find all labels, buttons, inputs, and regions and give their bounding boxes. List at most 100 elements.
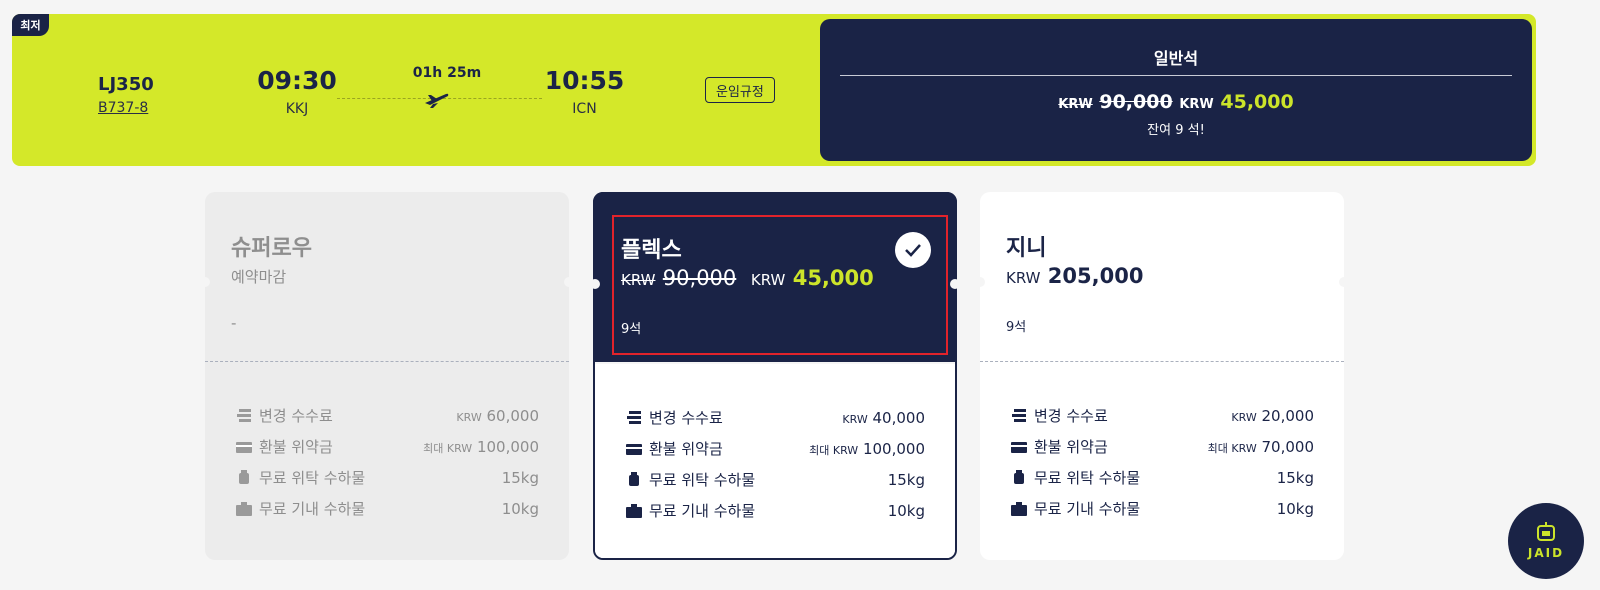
fare-seats: 9석 (1006, 320, 1027, 335)
condition-label: 무료 위탁 수하물 (259, 469, 366, 487)
condition-value: 10kg (887, 501, 925, 520)
economy-class-option[interactable]: 일반석 KRW 90,000 KRW 45,000 잔여 9 석! (820, 19, 1532, 161)
condition-label: 변경 수수료 (1034, 407, 1108, 425)
departure-airport: KKJ (285, 101, 309, 117)
fare-card-superlow[interactable]: 슈퍼로우 예약마감 - 변경 수수료 KRW 60,000 환불 위약금 최대 … (200, 192, 574, 560)
divider (840, 75, 1512, 76)
condition-value: KRW 20,000 (1231, 407, 1314, 425)
condition-value: 10kg (501, 499, 539, 518)
condition-value: 최대 KRW 100,000 (423, 438, 539, 456)
condition-value: 15kg (887, 470, 925, 489)
currency-label: KRW (1006, 269, 1041, 287)
robot-icon (1537, 522, 1555, 541)
condition-label: 무료 기내 수하물 (1034, 500, 1141, 518)
condition-row: 무료 위탁 수하물 15kg (625, 464, 925, 495)
condition-label: 변경 수수료 (649, 409, 723, 427)
condition-value: 최대 KRW 100,000 (809, 440, 925, 458)
amount: 70,000 (1261, 437, 1315, 456)
condition-row: 환불 위약금 최대 KRW 100,000 (235, 431, 539, 462)
seats-remaining: 잔여 9 석! (1147, 123, 1205, 138)
condition-row: 무료 위탁 수하물 15kg (1010, 462, 1314, 493)
ticket-notch (590, 279, 600, 289)
currency-label: KRW (1231, 410, 1257, 424)
ticket-notch (975, 277, 985, 287)
condition-label: 무료 위탁 수하물 (1034, 469, 1141, 487)
refund-icon (1011, 441, 1027, 453)
flight-number: LJ350 (98, 74, 154, 95)
flight-duration: 01h 25m (412, 65, 482, 81)
carry-on-icon (1011, 501, 1027, 516)
amount: 100,000 (476, 437, 539, 456)
condition-label: 무료 기내 수하물 (259, 500, 366, 518)
condition-value: 10kg (1276, 499, 1314, 518)
arrival-time: 10:55 (544, 66, 625, 95)
fare-name: 슈퍼로우 (231, 236, 312, 261)
currency-label: KRW (1179, 97, 1214, 112)
condition-row: 무료 위탁 수하물 15kg (235, 462, 539, 493)
fare-conditions: 변경 수수료 KRW 60,000 환불 위약금 최대 KRW 100,000 … (235, 400, 539, 524)
condition-value: 15kg (501, 468, 539, 487)
currency-label: KRW (842, 412, 868, 426)
refund-icon (626, 443, 642, 455)
condition-value: KRW 60,000 (456, 407, 539, 425)
change-fee-icon (237, 408, 251, 422)
economy-title: 일반석 (1153, 49, 1199, 68)
amount: 20,000 (1261, 406, 1315, 425)
condition-label: 환불 위약금 (649, 440, 723, 458)
amount: 40,000 (872, 408, 926, 427)
ticket-notch (1339, 277, 1349, 287)
fare-price: KRW 205,000 (1006, 264, 1143, 288)
ticket-notch (564, 277, 574, 287)
prefix-label: 최대 (423, 441, 447, 455)
condition-label: 변경 수수료 (259, 407, 333, 425)
condition-value: KRW 40,000 (842, 409, 925, 427)
fare-card-flex[interactable]: 플렉스 KRW 90,000 KRW 45,000 9석 변경 수수료 KRW … (590, 192, 960, 560)
carry-on-icon (236, 501, 252, 516)
amount: 100,000 (862, 439, 925, 458)
original-price: 90,000 (1099, 91, 1173, 113)
price: 205,000 (1047, 264, 1144, 288)
condition-row: 무료 기내 수하물 10kg (235, 493, 539, 524)
divider (980, 361, 1344, 362)
airplane-icon (425, 93, 449, 108)
economy-price: KRW 90,000 KRW 45,000 (820, 91, 1532, 113)
checked-baggage-icon (1014, 469, 1024, 484)
change-fee-icon (627, 410, 641, 424)
chatbot-label: JAID (1527, 546, 1565, 560)
condition-label: 환불 위약금 (1034, 438, 1108, 456)
condition-label: 환불 위약금 (259, 438, 333, 456)
arrival-airport: ICN (572, 101, 597, 117)
fare-rules-button[interactable]: 운임규정 (705, 77, 775, 103)
fare-card-genie[interactable]: 지니 KRW 205,000 9석 변경 수수료 KRW 20,000 환불 위… (975, 192, 1349, 560)
checked-baggage-icon (239, 469, 249, 484)
lowest-price-badge: 최저 (12, 14, 49, 36)
condition-row: 무료 기내 수하물 10kg (1010, 493, 1314, 524)
currency-label: KRW (1058, 97, 1093, 112)
aircraft-link[interactable]: B737-8 (98, 100, 148, 116)
amount: 60,000 (486, 406, 540, 425)
fare-conditions: 변경 수수료 KRW 40,000 환불 위약금 최대 KRW 100,000 … (625, 402, 925, 526)
refund-icon (236, 441, 252, 453)
departure-time: 09:30 (257, 66, 337, 95)
fare-seats: - (231, 314, 237, 332)
currency-label: KRW (456, 410, 482, 424)
ticket-notch (950, 279, 960, 289)
chatbot-button[interactable]: JAID (1508, 503, 1584, 579)
condition-row: 변경 수수료 KRW 20,000 (1010, 400, 1314, 431)
ticket-notch (200, 277, 210, 287)
selection-highlight (612, 215, 948, 355)
fare-name: 지니 (1006, 236, 1047, 261)
currency-label: KRW (446, 441, 473, 455)
condition-row: 무료 기내 수하물 10kg (625, 495, 925, 526)
prefix-label: 최대 (809, 443, 833, 457)
condition-value: 최대 KRW 70,000 (1208, 438, 1314, 456)
prefix-label: 최대 (1207, 441, 1232, 455)
change-fee-icon (1012, 408, 1026, 422)
condition-label: 무료 위탁 수하물 (649, 471, 756, 489)
currency-label: KRW (1231, 441, 1257, 455)
condition-label: 무료 기내 수하물 (649, 502, 756, 520)
condition-row: 변경 수수료 KRW 40,000 (625, 402, 925, 433)
condition-row: 환불 위약금 최대 KRW 70,000 (1010, 431, 1314, 462)
fare-conditions: 변경 수수료 KRW 20,000 환불 위약금 최대 KRW 70,000 무… (1010, 400, 1314, 524)
currency-label: KRW (832, 443, 859, 457)
